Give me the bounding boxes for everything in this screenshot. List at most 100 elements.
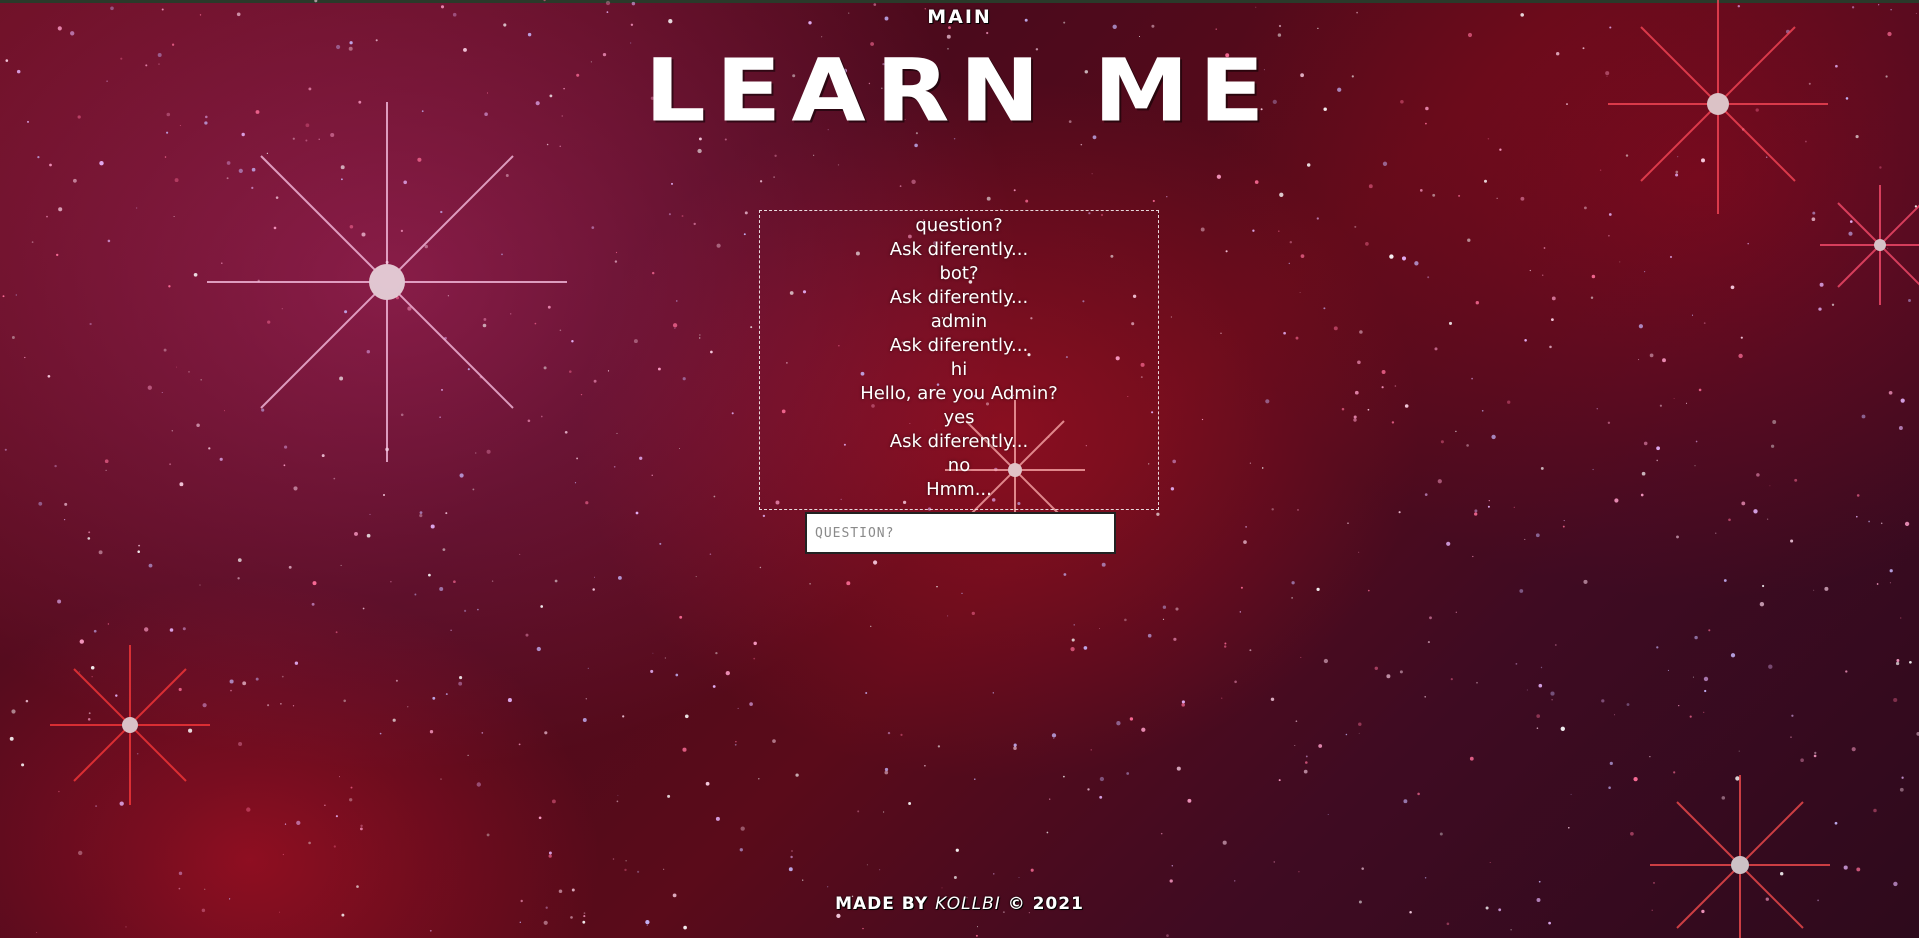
star [1467, 32, 1473, 38]
question-input[interactable] [805, 512, 1116, 554]
star [1394, 385, 1397, 387]
star [1013, 743, 1017, 747]
star [1895, 661, 1900, 666]
star [544, 731, 548, 735]
star [296, 820, 301, 826]
star [1448, 321, 1453, 325]
star [1791, 714, 1794, 717]
star [73, 178, 77, 183]
star [675, 673, 679, 677]
star [1172, 459, 1177, 464]
star [1288, 262, 1291, 265]
star [1234, 880, 1236, 882]
star [1318, 744, 1323, 748]
star [744, 211, 748, 215]
star [179, 482, 184, 487]
star [1354, 390, 1359, 395]
star [138, 544, 141, 547]
star [1540, 466, 1544, 470]
star [1316, 217, 1319, 220]
star [1868, 520, 1870, 523]
star [237, 558, 242, 562]
star [501, 253, 503, 256]
star [1708, 629, 1711, 632]
star [54, 464, 57, 468]
star [518, 743, 521, 746]
star [705, 781, 710, 786]
star [169, 463, 172, 466]
star [339, 376, 344, 381]
star [314, 0, 318, 3]
star [961, 592, 963, 595]
star [1562, 525, 1565, 528]
star [63, 518, 66, 521]
star [47, 374, 51, 378]
star [591, 226, 595, 229]
star [1649, 353, 1654, 358]
star [1692, 676, 1694, 678]
star [237, 577, 240, 580]
chat-message: no [947, 455, 971, 476]
star [1834, 821, 1838, 825]
star [1440, 440, 1444, 444]
star [731, 412, 734, 415]
star [1063, 775, 1065, 778]
star [1898, 426, 1903, 430]
star [580, 393, 583, 396]
star [1156, 512, 1160, 516]
star [759, 566, 762, 569]
star [288, 565, 292, 569]
star [790, 855, 793, 859]
star [795, 773, 799, 777]
star [546, 143, 549, 146]
star [679, 448, 680, 450]
star [1053, 737, 1055, 739]
star [900, 733, 903, 737]
star [1703, 322, 1706, 324]
star [1800, 758, 1804, 762]
star [884, 767, 889, 772]
star [1261, 467, 1264, 469]
star [510, 313, 512, 315]
star [739, 848, 743, 852]
star [1641, 471, 1646, 476]
star [164, 156, 167, 158]
star [1046, 831, 1049, 834]
star [199, 584, 201, 586]
star [1607, 421, 1611, 424]
star [716, 243, 721, 248]
main-nav-link[interactable]: MAIN [927, 6, 992, 28]
star [417, 157, 422, 162]
star [1730, 653, 1736, 658]
star [280, 703, 282, 705]
star [671, 182, 673, 185]
star [624, 868, 627, 872]
star [559, 145, 561, 147]
star [261, 408, 265, 412]
star [1476, 681, 1478, 684]
star [1049, 798, 1051, 800]
star [196, 423, 200, 428]
star [1780, 872, 1784, 876]
star [616, 432, 618, 434]
star [559, 329, 562, 332]
star [1083, 646, 1088, 650]
star [344, 310, 348, 314]
chat-message: hi [950, 359, 968, 380]
star [1488, 499, 1490, 502]
star [447, 295, 450, 297]
star [324, 804, 326, 806]
star [1879, 166, 1882, 169]
star [99, 161, 104, 166]
star [659, 542, 662, 545]
star [1382, 161, 1388, 166]
star [226, 161, 231, 165]
star [1270, 697, 1275, 702]
star [1662, 358, 1666, 363]
star [1358, 722, 1362, 726]
star [710, 350, 713, 354]
star [1818, 307, 1822, 311]
star [924, 765, 926, 767]
star [163, 348, 167, 352]
star [1856, 867, 1861, 872]
